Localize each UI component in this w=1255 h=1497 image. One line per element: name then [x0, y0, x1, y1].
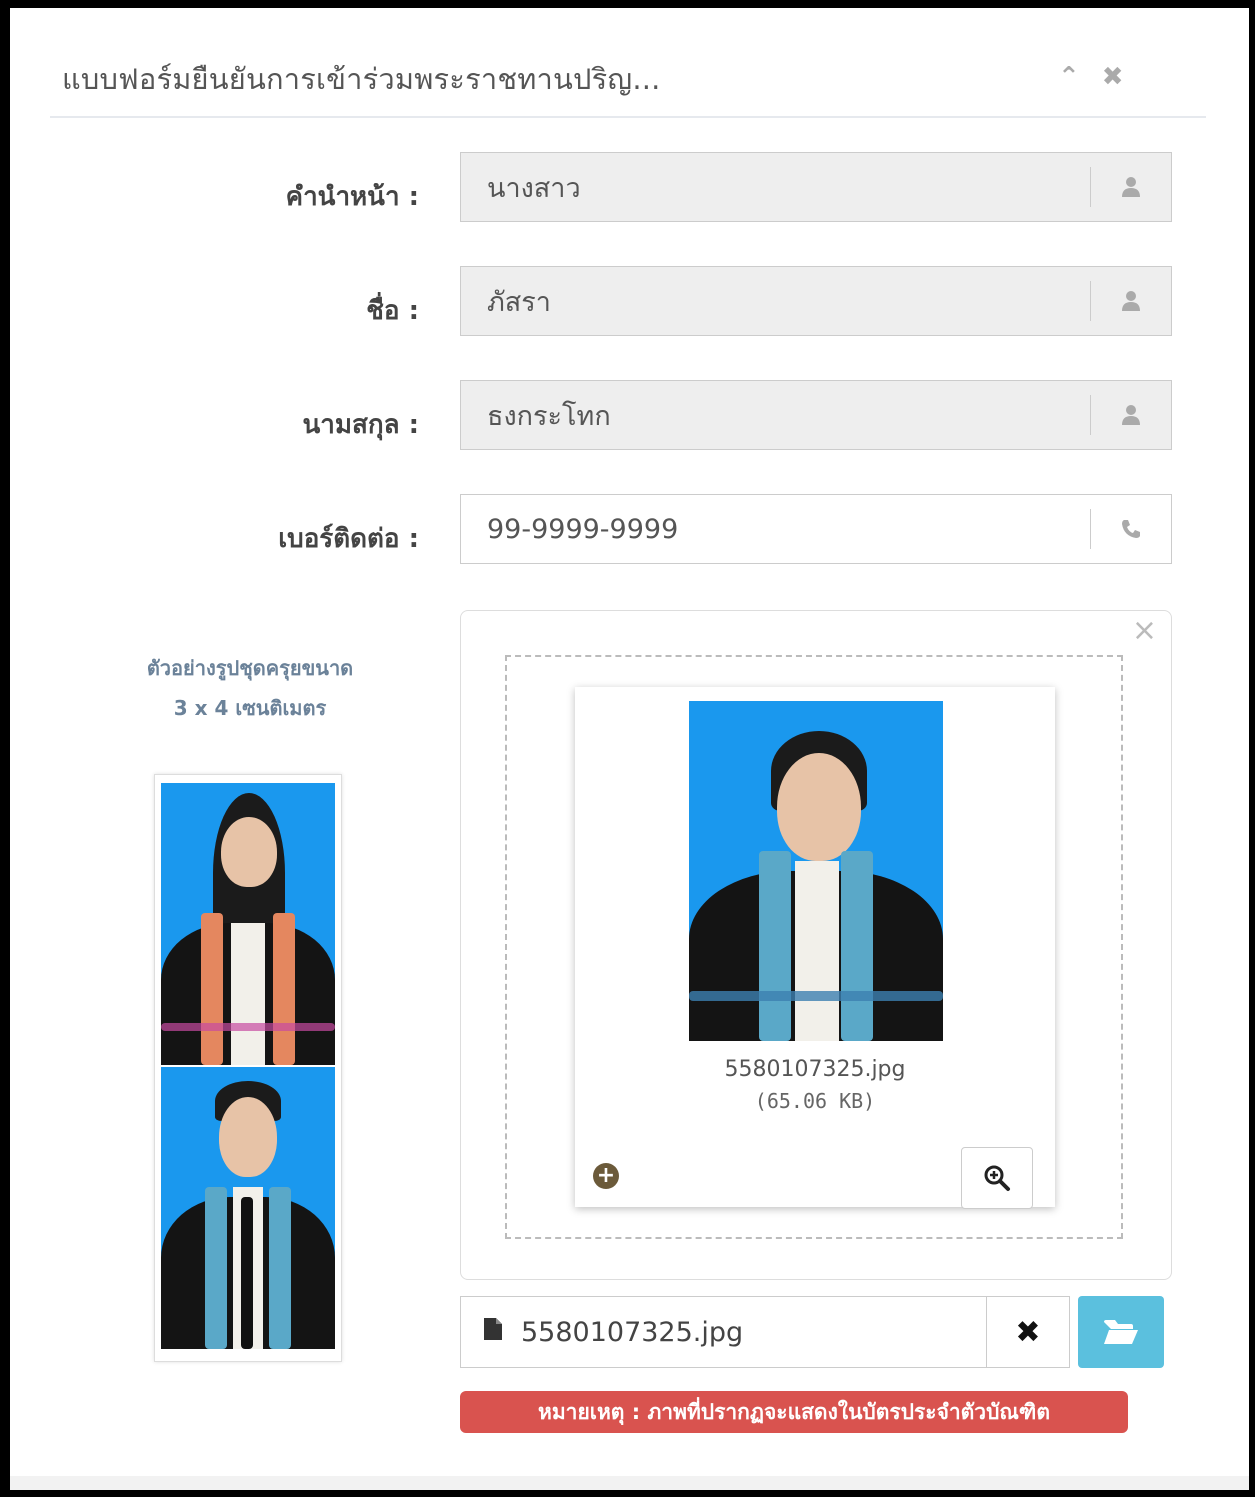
file-preview-card: 5580107325.jpg (65.06 KB) +: [575, 687, 1055, 1209]
user-icon: [1090, 395, 1171, 435]
browse-button[interactable]: [1078, 1296, 1164, 1368]
upload-preview-panel: × 5580107325.jpg (65.06 KB) +: [460, 610, 1172, 1280]
plus-circle-icon[interactable]: +: [593, 1163, 619, 1189]
close-icon[interactable]: ✖: [1102, 64, 1124, 90]
sample-photo-male: [161, 1067, 335, 1349]
first-name-value: ภัสรา: [487, 286, 551, 318]
last-name-value: ธงกระโทก: [487, 400, 611, 432]
zoom-in-icon: [984, 1165, 1010, 1191]
file-icon: [483, 1317, 507, 1347]
last-name-label: นามสกุล :: [302, 410, 419, 440]
phone-field[interactable]: 99-9999-9999: [460, 494, 1172, 564]
sample-caption: ตัวอย่างรูปชุดครุยขนาด 3 x 4 เซนติเมตร: [90, 648, 410, 728]
prefix-value: นางสาว: [487, 172, 581, 204]
chevron-up-icon[interactable]: ⌃: [1058, 64, 1080, 90]
first-name-label: ชื่อ :: [366, 296, 419, 326]
preview-filesize: (65.06 KB): [754, 1089, 876, 1113]
file-input[interactable]: 5580107325.jpg ✖: [460, 1296, 1070, 1368]
remove-file-button[interactable]: ✖: [986, 1297, 1069, 1367]
form-dialog: แบบฟอร์มยืนยันการเข้าร่วมพระราชทานปริญ..…: [10, 8, 1249, 1490]
dialog-controls: ⌃ ✖: [1058, 64, 1124, 90]
uploaded-photo: [689, 701, 943, 1041]
folder-open-icon: [1104, 1320, 1138, 1344]
preview-filename: 5580107325.jpg: [724, 1057, 906, 1082]
selected-filename: 5580107325.jpg: [521, 1316, 744, 1348]
prefix-field[interactable]: นางสาว: [460, 152, 1172, 222]
drop-zone[interactable]: 5580107325.jpg (65.06 KB) +: [505, 655, 1123, 1239]
note-badge: หมายเหตุ : ภาพที่ปรากฏจะแสดงในบัตรประจำต…: [460, 1391, 1128, 1433]
sample-photos: [154, 774, 342, 1362]
header-divider: [50, 116, 1206, 118]
sample-caption-line2: 3 x 4 เซนติเมตร: [173, 696, 327, 720]
phone-value: 99-9999-9999: [487, 513, 679, 545]
first-name-field[interactable]: ภัสรา: [460, 266, 1172, 336]
user-icon: [1090, 281, 1171, 321]
sample-caption-line1: ตัวอย่างรูปชุดครุยขนาด: [146, 656, 354, 680]
phone-icon: [1090, 509, 1171, 549]
user-icon: [1090, 167, 1171, 207]
sample-photo-female: [161, 783, 335, 1065]
phone-label: เบอร์ติดต่อ :: [278, 524, 419, 554]
prefix-label: คำนำหน้า :: [285, 182, 419, 212]
close-icon[interactable]: ×: [1132, 613, 1157, 648]
dialog-title: แบบฟอร์มยืนยันการเข้าร่วมพระราชทานปริญ..…: [62, 62, 661, 96]
zoom-button[interactable]: [961, 1147, 1033, 1209]
dialog-footer: [10, 1476, 1249, 1490]
last-name-field[interactable]: ธงกระโทก: [460, 380, 1172, 450]
